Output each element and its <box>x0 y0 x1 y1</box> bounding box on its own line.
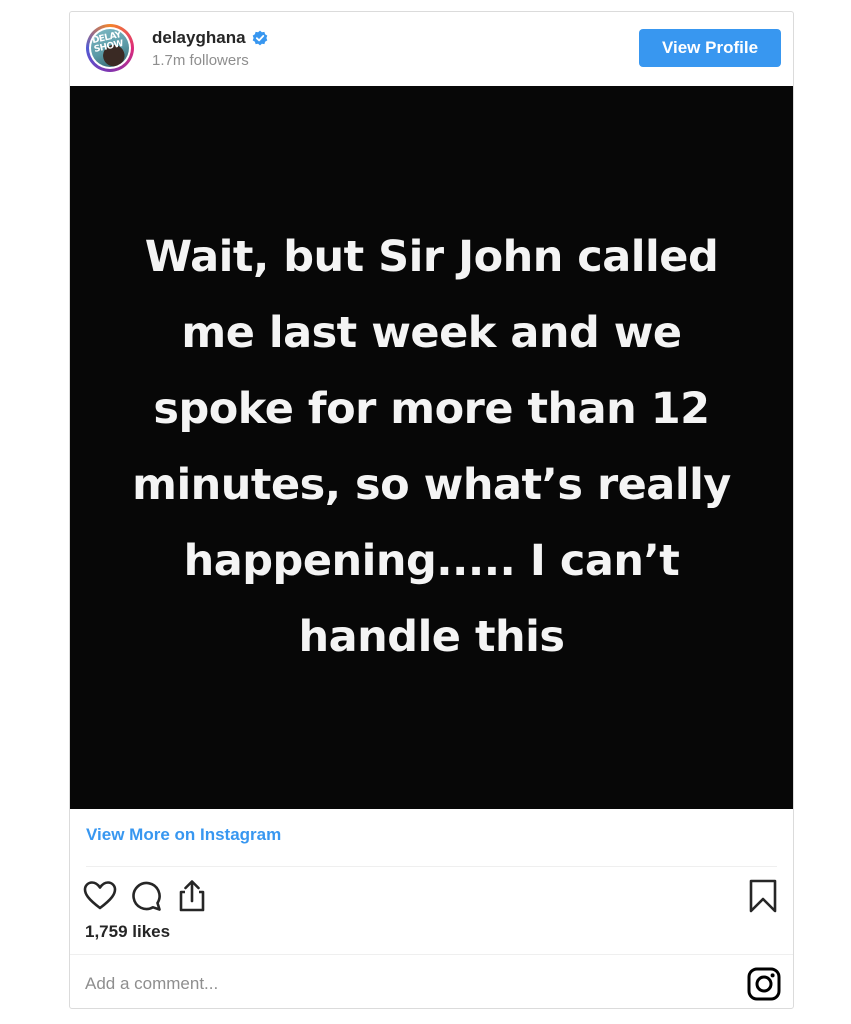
post-image-text: Wait, but Sir John called me last week a… <box>87 219 777 675</box>
action-bar <box>82 878 781 914</box>
verified-badge-icon <box>252 30 267 46</box>
heart-icon[interactable] <box>82 878 118 914</box>
post-text-line: Wait, but Sir John called <box>144 231 719 282</box>
instagram-embed: DELAY SHOW delayghana 1.7m followers Vie… <box>69 11 794 1009</box>
post-text-line: spoke for more than 12 <box>153 383 710 434</box>
post-text-line: happening..... I can’t <box>183 535 680 586</box>
divider <box>70 954 793 955</box>
view-more-link[interactable]: View More on Instagram <box>86 825 281 845</box>
post-text-line: me last week and we <box>181 307 682 358</box>
post-image[interactable]: Wait, but Sir John called me last week a… <box>70 86 793 809</box>
view-profile-button[interactable]: View Profile <box>639 29 781 67</box>
post-text-line: handle this <box>298 611 565 662</box>
username[interactable]: delayghana <box>152 28 268 48</box>
avatar-photo: DELAY SHOW <box>91 29 129 67</box>
avatar-logo: DELAY SHOW <box>91 30 124 55</box>
avatar[interactable]: DELAY SHOW <box>86 24 134 72</box>
follower-count: 1.7m followers <box>152 52 249 69</box>
like-count[interactable]: 1,759 likes <box>85 922 170 942</box>
post-header: DELAY SHOW delayghana 1.7m followers Vie… <box>70 12 793 86</box>
avatar-ring: DELAY SHOW <box>89 27 131 69</box>
instagram-icon[interactable] <box>747 967 781 1001</box>
post-text-line: minutes, so what’s really <box>132 459 731 510</box>
divider <box>86 866 777 867</box>
comment-bubble-icon[interactable] <box>128 878 164 914</box>
username-text[interactable]: delayghana <box>152 28 246 48</box>
bookmark-icon[interactable] <box>745 878 781 914</box>
comment-input[interactable] <box>85 970 685 998</box>
share-icon[interactable] <box>174 878 210 914</box>
